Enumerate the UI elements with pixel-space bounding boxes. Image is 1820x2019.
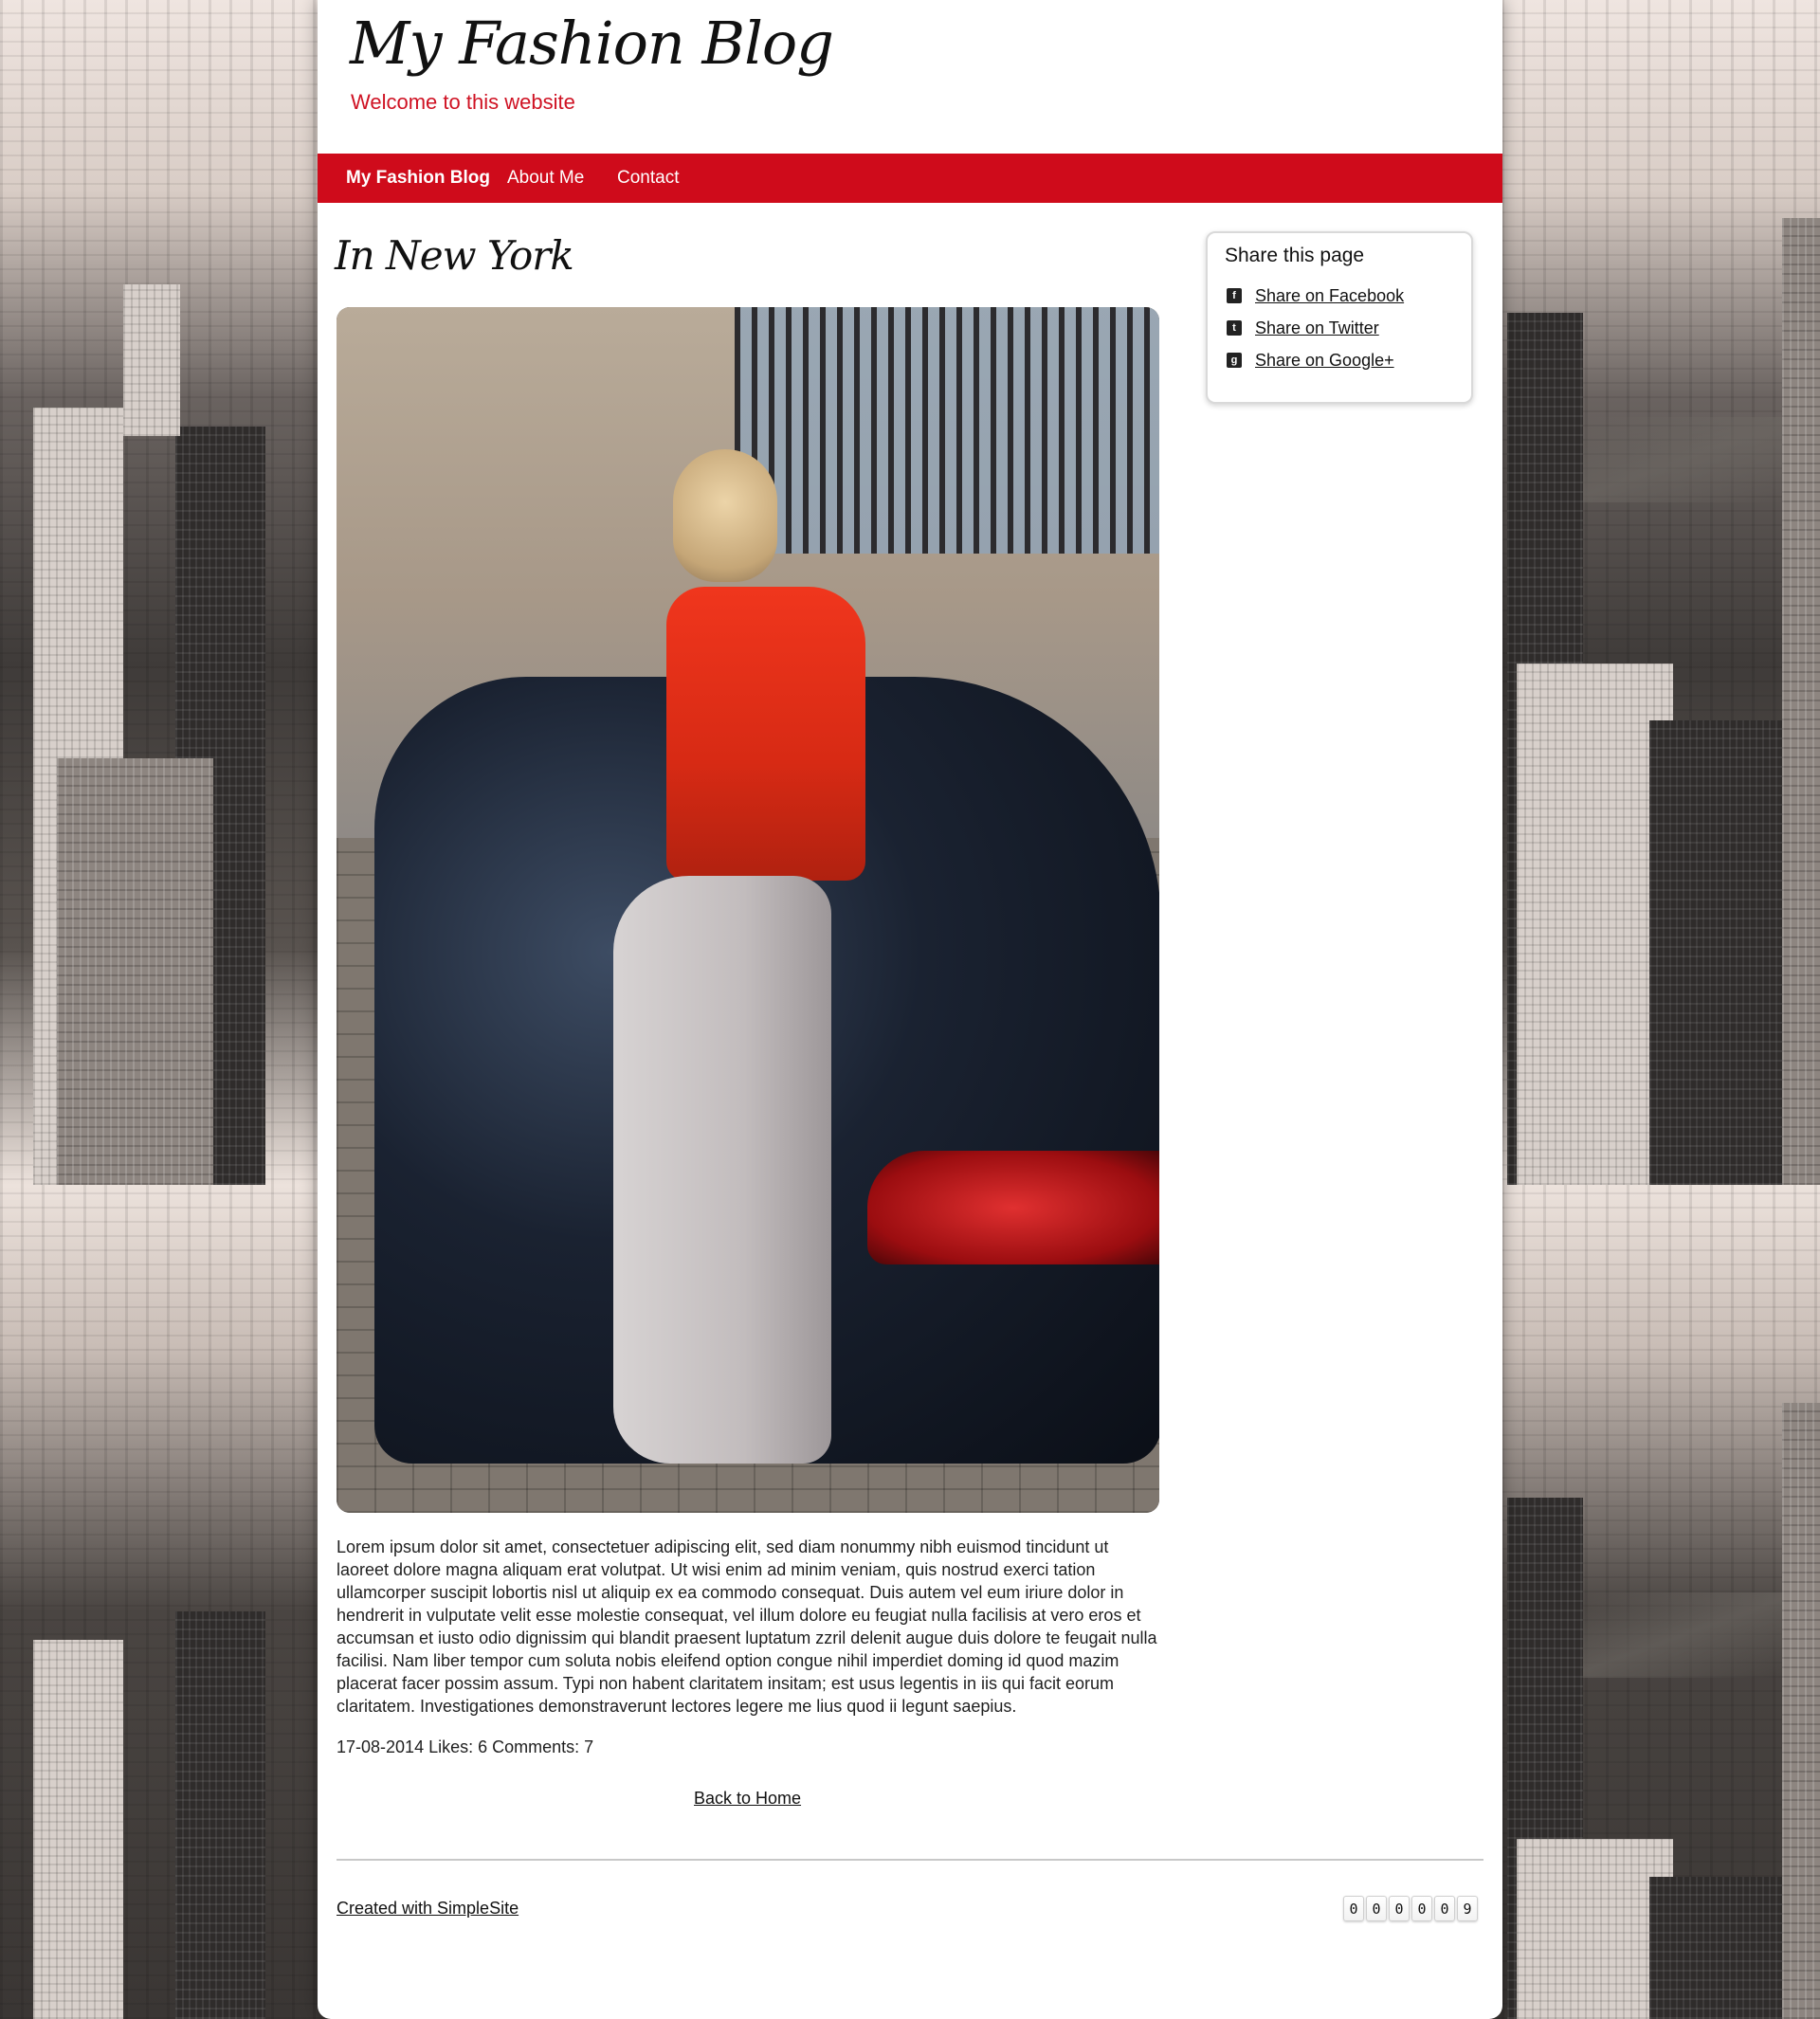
share-widget-title: Share this page [1225,245,1365,266]
background-building [1782,218,1820,1185]
counter-digit: 0 [1411,1896,1432,1921]
background-building [1782,1403,1820,2019]
counter-digit: 0 [1389,1896,1410,1921]
share-twitter-link[interactable]: Share on Twitter [1255,318,1379,338]
share-widget: Share this page f Share on Facebook t Sh… [1206,231,1473,404]
photo-iron-fence [735,307,1159,554]
photo-red-top [666,587,865,881]
background-building [123,284,180,436]
background-building [175,1611,265,2019]
google-plus-icon: g [1227,353,1242,368]
post-body-text: Lorem ipsum dolor sit amet, consectetuer… [337,1537,1157,1716]
site-subtitle: Welcome to this website [351,90,575,114]
back-to-home-link[interactable]: Back to Home [694,1789,801,1809]
post-title: In New York [335,232,574,279]
photo-model-head [673,449,777,582]
nav-item-contact[interactable]: Contact [617,154,679,203]
background-bridge [1583,417,1782,502]
created-with-simplesite-link[interactable]: Created with SimpleSite [337,1899,519,1919]
background-building [33,1640,123,2019]
counter-digit: 0 [1434,1896,1455,1921]
main-navigation: My Fashion Blog About Me Contact [318,154,1502,203]
share-row-twitter: t Share on Twitter [1227,317,1379,339]
background-building [1649,1877,1782,2019]
counter-digit: 0 [1343,1896,1364,1921]
site-title[interactable]: My Fashion Blog [350,9,834,78]
background-building [57,758,213,1185]
twitter-icon: t [1227,320,1242,336]
page-container: My Fashion Blog Welcome to this website … [318,0,1502,2019]
counter-digit: 0 [1366,1896,1387,1921]
post-meta: 17-08-2014 Likes: 6 Comments: 7 [337,1737,594,1756]
counter-digit: 9 [1457,1896,1478,1921]
share-google-plus-link[interactable]: Share on Google+ [1255,351,1394,371]
share-row-facebook: f Share on Facebook [1227,284,1404,307]
visitor-counter: 0 0 0 0 0 9 [1343,1896,1478,1921]
share-facebook-link[interactable]: Share on Facebook [1255,286,1404,306]
share-row-google-plus: g Share on Google+ [1227,349,1394,372]
background-bridge [1583,1592,1782,1678]
footer-divider [337,1859,1483,1861]
photo-tail-light [867,1151,1159,1264]
photo-white-skirt [613,876,831,1464]
facebook-icon: f [1227,288,1242,303]
nav-item-home[interactable]: My Fashion Blog [346,154,490,203]
post-photo [337,307,1159,1513]
background-building [1649,720,1782,1185]
nav-item-about-me[interactable]: About Me [507,154,584,203]
